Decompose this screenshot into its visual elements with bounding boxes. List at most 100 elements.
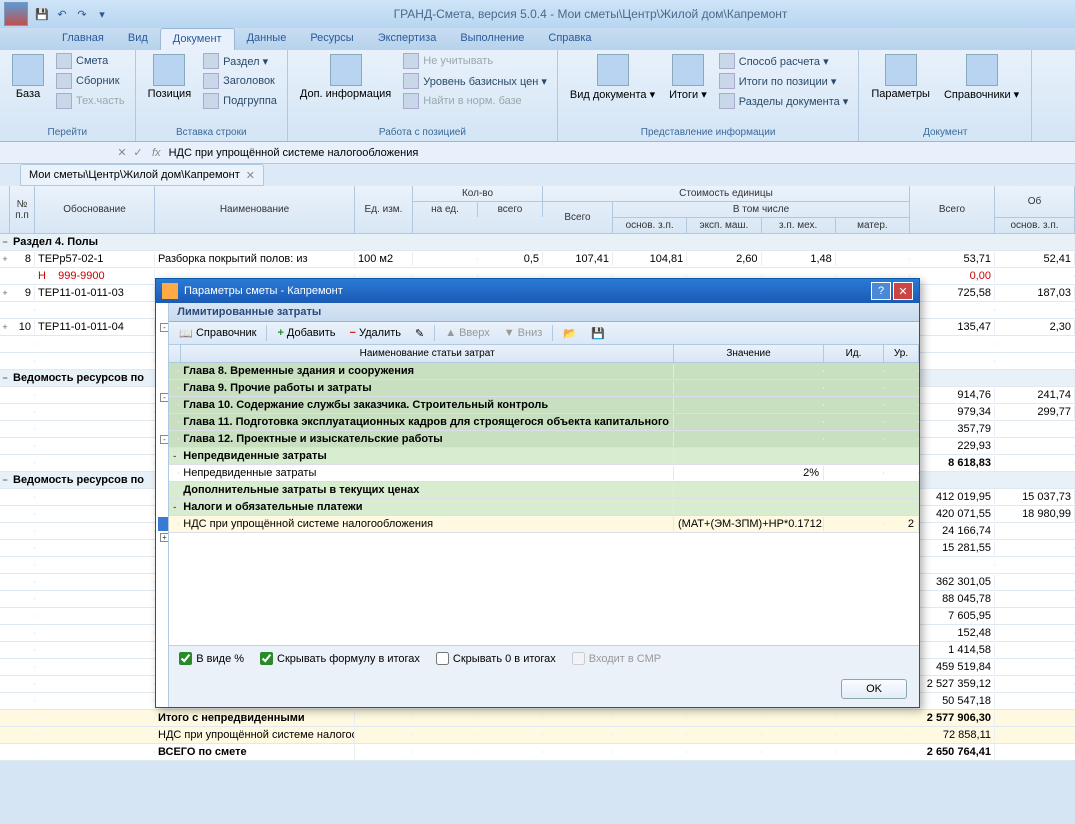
postotals-button[interactable]: Итоги по позиции ▾: [715, 72, 853, 90]
tree-item[interactable]: Подписи: [158, 573, 169, 587]
row-expander-icon[interactable]: -: [169, 450, 179, 462]
docview-button[interactable]: Вид документа ▾: [564, 52, 661, 103]
tab-main[interactable]: Главная: [50, 28, 116, 50]
dialog-table-row[interactable]: Глава 12. Проектные и изыскательские раб…: [169, 431, 919, 448]
edit-button[interactable]: ✎: [411, 326, 428, 341]
tree-expander-icon[interactable]: +: [160, 533, 169, 542]
row-expander-icon[interactable]: [169, 438, 179, 440]
col-stoim[interactable]: Стоимость единицы: [543, 186, 910, 202]
row-expander-icon[interactable]: [169, 387, 179, 389]
tab-execution[interactable]: Выполнение: [448, 28, 536, 50]
dialog-table-row[interactable]: Глава 11. Подготовка эксплуатационных ка…: [169, 414, 919, 431]
position-button[interactable]: Позиция: [142, 52, 198, 102]
cancel-edit-icon[interactable]: ✕: [114, 146, 130, 159]
tree-item[interactable]: К позициям: [158, 447, 169, 461]
tree-item[interactable]: Коэф-ты к итогам: [158, 377, 169, 391]
tree-item[interactable]: Виды работ: [158, 405, 169, 419]
reference-button[interactable]: 📖Справочник: [175, 326, 260, 341]
col-np[interactable]: № п.п: [10, 186, 35, 233]
calcmethod-button[interactable]: Способ расчета ▾: [715, 52, 853, 70]
tree-item[interactable]: К ресурсам: [158, 461, 169, 475]
row-expander-icon[interactable]: -: [169, 501, 179, 513]
dialog-table-row[interactable]: Дополнительные затраты в текущих ценах: [169, 482, 919, 499]
dialog-table-row[interactable]: - Налоги и обязательные платежи: [169, 499, 919, 516]
percent-checkbox[interactable]: В виде %: [179, 652, 244, 665]
app-icon[interactable]: [4, 2, 28, 26]
dialog-table-row[interactable]: Глава 8. Временные здания и сооружения: [169, 363, 919, 380]
hide-formula-checkbox[interactable]: Скрывать формулу в итогах: [260, 652, 420, 665]
tree-item[interactable]: ОС и ССР: [158, 559, 169, 573]
save-icon[interactable]: 💾: [34, 6, 50, 22]
collection-button[interactable]: Сборник: [52, 72, 129, 90]
expander-icon[interactable]: −: [0, 373, 10, 383]
undo-icon[interactable]: ↶: [54, 6, 70, 22]
totals-button[interactable]: Итоги ▾: [663, 52, 713, 103]
table-row[interactable]: −Раздел 4. Полы: [0, 234, 1075, 251]
row-expander-icon[interactable]: [169, 472, 179, 474]
techpart-button[interactable]: Тех.часть: [52, 92, 129, 110]
in-smr-checkbox[interactable]: Входит в СМР: [572, 652, 661, 665]
tree-item[interactable]: Итоги: [158, 363, 169, 377]
row-expander-icon[interactable]: [169, 370, 179, 372]
table-row[interactable]: ВСЕГО по смете 2 650 764,41: [0, 744, 1075, 761]
row-expander-icon[interactable]: [169, 523, 179, 525]
dialog-table-row[interactable]: Глава 9. Прочие работы и затраты: [169, 380, 919, 397]
tree-item[interactable]: Лимит. затраты: [158, 517, 169, 531]
table-row[interactable]: Итого с непредвиденными 2 577 906,30: [0, 710, 1075, 727]
row-expander-icon[interactable]: [169, 489, 179, 491]
docsections-button[interactable]: Разделы документа ▾: [715, 92, 853, 110]
tree-item[interactable]: Комментарий: [158, 587, 169, 601]
table-row[interactable]: + 8 ТЕРр57-02-1 Разборка покрытий полов:…: [0, 251, 1075, 268]
subgroup-button[interactable]: Подгруппа: [199, 92, 281, 110]
down-button[interactable]: ▼Вниз: [500, 326, 547, 340]
tree-item[interactable]: К-ты к НР и СП: [158, 419, 169, 433]
tree-expander-icon[interactable]: -: [160, 323, 169, 332]
save-button[interactable]: 💾: [587, 326, 609, 341]
tree-item[interactable]: -Расчет: [158, 321, 169, 335]
dialog-close-button[interactable]: ✕: [893, 282, 913, 300]
dialog-titlebar[interactable]: Параметры сметы - Капремонт ? ✕: [156, 279, 919, 303]
redo-icon[interactable]: ↷: [74, 6, 90, 22]
dialog-table-row[interactable]: - Непредвиденные затраты: [169, 448, 919, 465]
expander-icon[interactable]: −: [0, 475, 10, 485]
parameters-button[interactable]: Параметры: [865, 52, 936, 102]
findnorm-button[interactable]: Найти в норм. базе: [399, 92, 551, 110]
tab-expertise[interactable]: Экспертиза: [366, 28, 449, 50]
confirm-edit-icon[interactable]: ✓: [130, 146, 146, 159]
expander-icon[interactable]: +: [0, 288, 10, 298]
tab-data[interactable]: Данные: [235, 28, 299, 50]
up-button[interactable]: ▲Вверх: [441, 326, 494, 340]
delete-button[interactable]: −Удалить: [346, 326, 405, 340]
refs-button[interactable]: Справочники ▾: [938, 52, 1025, 103]
dialog-table-row[interactable]: НДС при упрощённой системе налогообложен…: [169, 516, 919, 533]
dialog-help-button[interactable]: ?: [871, 282, 891, 300]
tree-expander-icon[interactable]: -: [160, 393, 169, 402]
dialog-table-row[interactable]: Глава 10. Содержание службы заказчика. С…: [169, 397, 919, 414]
col-kolvo[interactable]: Кол-во: [413, 186, 543, 202]
tree-item[interactable]: Округление цен: [158, 335, 169, 349]
baseprice-button[interactable]: Уровень базисных цен ▾: [399, 72, 551, 90]
tree-item[interactable]: Нормативы: [158, 545, 169, 559]
tree-item[interactable]: -Индексы: [158, 433, 169, 447]
tree-item[interactable]: -НР и СП: [158, 391, 169, 405]
section-button[interactable]: Раздел ▾: [199, 52, 281, 70]
table-row[interactable]: НДС при упрощённой системе налогообложен…: [0, 727, 1075, 744]
addinfo-button[interactable]: Доп. информация: [294, 52, 397, 102]
tab-view[interactable]: Вид: [116, 28, 160, 50]
ok-button[interactable]: OK: [841, 679, 907, 699]
tree-item[interactable]: Акт выполн. работ: [158, 601, 169, 615]
col-ed[interactable]: Ед. изм.: [355, 186, 413, 233]
tree-item[interactable]: +Зимние: [158, 531, 169, 545]
dialog-table-row[interactable]: Непредвиденные затраты 2%: [169, 465, 919, 482]
expander-icon[interactable]: +: [0, 254, 10, 264]
col-obos[interactable]: Обоснование: [35, 186, 155, 233]
document-tab[interactable]: Мои сметы\Центр\Жилой дом\Капремонт ✕: [20, 164, 264, 186]
hide-zero-checkbox[interactable]: Скрывать 0 в итогах: [436, 652, 556, 665]
tree-item[interactable]: Переменные: [158, 503, 169, 517]
expander-icon[interactable]: +: [0, 322, 10, 332]
expander-icon[interactable]: −: [0, 237, 10, 247]
row-expander-icon[interactable]: [169, 421, 179, 423]
col-naim[interactable]: Наименование: [155, 186, 355, 233]
formula-input[interactable]: [167, 145, 1071, 161]
open-button[interactable]: 📂: [559, 326, 581, 341]
